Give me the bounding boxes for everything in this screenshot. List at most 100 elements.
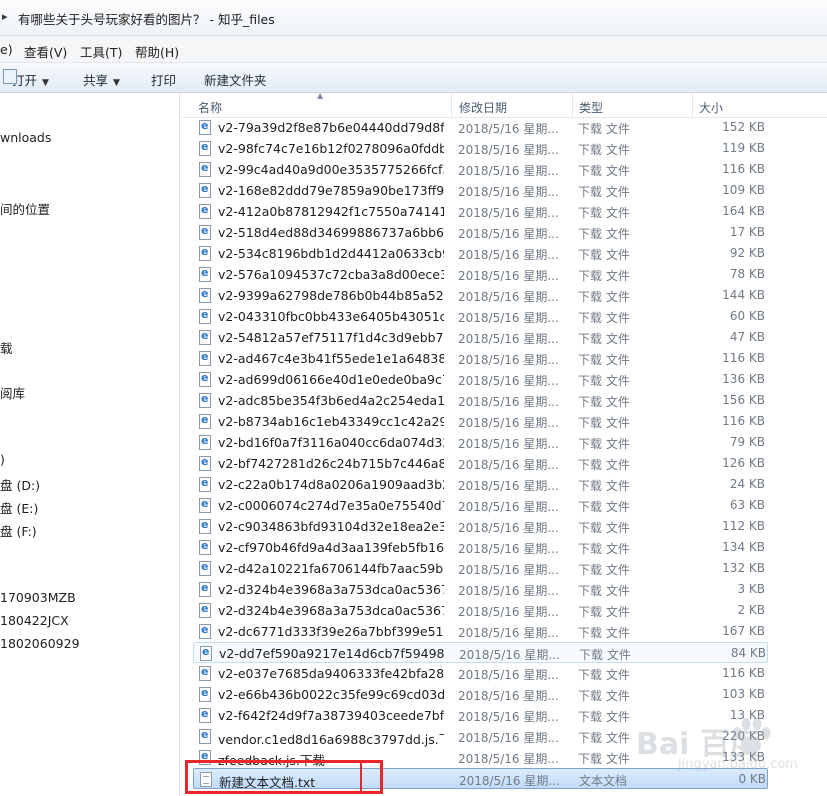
menu-view[interactable]: 查看(V) <box>24 42 67 61</box>
nav-item-folder[interactable]: 1802060929 <box>0 636 80 651</box>
file-date: 2018/5/16 星期... <box>458 584 559 598</box>
file-row[interactable]: v2-e66b436b0022c35fe99c69cd03d3... 2018/5… <box>193 684 768 705</box>
file-row[interactable]: v2-79a39d2f8e87b6e04440dd79d8f5... 2018/5… <box>193 117 768 138</box>
ie-file-icon <box>199 665 211 681</box>
file-date: 2018/5/16 星期... <box>458 521 559 535</box>
file-size: 144 KB <box>722 288 765 302</box>
file-row[interactable]: v2-168e82ddd79e7859a90be173ff9a... 2018/5… <box>193 180 768 201</box>
menu-tools[interactable]: 工具(T) <box>80 42 122 61</box>
file-date: 2018/5/16 星期... <box>458 689 559 703</box>
file-row[interactable]: v2-d324b4e3968a3a753dca0ac53676... 2018/5… <box>193 600 768 621</box>
nav-item-drive-e[interactable]: 盘 (E:) <box>0 498 38 517</box>
menu-help[interactable]: 帮助(H) <box>135 42 179 61</box>
highlight-box-divider <box>360 763 362 791</box>
file-date: 2018/5/16 星期... <box>458 311 559 325</box>
column-name[interactable]: 名称 <box>198 99 222 116</box>
file-row[interactable]: v2-f642f24d9f7a38739403ceede7bfd... 2018/… <box>193 705 768 726</box>
ie-file-icon <box>199 392 211 408</box>
file-name: v2-dc6771d333f39e26a7bbf399e51d... <box>218 624 444 639</box>
ie-file-icon <box>199 623 211 639</box>
file-type: 下载 文件 <box>579 648 631 662</box>
file-row[interactable]: v2-c0006074c274d7e35a0e75540d78... 2018/5… <box>193 495 768 516</box>
file-type: 下载 文件 <box>578 731 630 745</box>
file-row[interactable]: v2-e037e7685da9406333fe42bfa2833... 2018/… <box>193 663 768 684</box>
column-divider[interactable] <box>692 93 693 117</box>
column-divider[interactable] <box>451 93 452 117</box>
file-row[interactable]: v2-b8734ab16c1eb43349cc1c42a295... 2018/5… <box>193 411 768 432</box>
file-row[interactable]: v2-c9034863bfd93104d32e18ea2e32... 2018/5… <box>193 516 768 537</box>
nav-item-folder[interactable]: 180422JCX <box>0 613 69 628</box>
file-type: 下载 文件 <box>578 332 630 346</box>
print-button[interactable]: 打印 <box>151 70 176 89</box>
file-type: 下载 文件 <box>578 290 630 304</box>
file-date: 2018/5/16 星期... <box>458 500 559 514</box>
file-row[interactable]: v2-dc6771d333f39e26a7bbf399e51d... 2018/5… <box>193 621 768 642</box>
file-row[interactable]: v2-412a0b87812942f1c7550a741414... 2018/5… <box>193 201 768 222</box>
file-row[interactable]: v2-cf970b46fd9a4d3aa139feb5fb16c... 2018/… <box>193 537 768 558</box>
file-date: 2018/5/16 星期... <box>458 332 559 346</box>
ie-file-icon <box>199 728 211 744</box>
file-row[interactable]: v2-54812a57ef75117f1d4c3d9ebb78... 2018/5… <box>193 327 768 348</box>
file-row[interactable]: v2-98fc74c7e16b12f0278096a0fddb6... 2018/… <box>193 138 768 159</box>
ie-file-icon <box>199 413 211 429</box>
column-date[interactable]: 修改日期 <box>459 99 507 116</box>
ie-file-icon <box>199 476 211 492</box>
nav-item-recent-places[interactable]: 间的位置 <box>0 199 50 218</box>
file-row[interactable]: v2-518d4ed88d34699886737a6bb60... 2018/5/… <box>193 222 768 243</box>
share-button[interactable]: 共享 ▼ <box>83 70 120 89</box>
file-size: 156 KB <box>722 393 765 407</box>
address-bar[interactable]: ▸ 有哪些关于头号玩家好看的图片？ - 知乎_files <box>0 0 827 36</box>
column-type[interactable]: 类型 <box>579 99 603 116</box>
ie-file-icon <box>199 560 211 576</box>
file-row[interactable]: v2-d42a10221fa6706144fb7aac59b77... 2018/… <box>193 558 768 579</box>
address-chevron-icon[interactable]: ▸ <box>2 10 8 23</box>
file-type: 下载 文件 <box>578 479 630 493</box>
file-type: 下载 文件 <box>578 584 630 598</box>
file-row[interactable]: v2-99c4ad40a9d00e3535775266fcf38... 2018/… <box>193 159 768 180</box>
file-row[interactable]: v2-043310fbc0bb433e6405b43051da... 2018/5… <box>193 306 768 327</box>
file-row[interactable]: v2-adc85be354f3b6ed4a2c254eda1b... 2018/5… <box>193 390 768 411</box>
nav-item-download[interactable]: 载 <box>0 338 13 357</box>
file-type: 下载 文件 <box>578 269 630 283</box>
command-bar: 打开 ▼ 共享 ▼ 打印 新建文件夹 <box>0 63 827 93</box>
file-type: 文本文档 <box>579 774 628 788</box>
file-size: 220 KB <box>722 729 765 743</box>
new-folder-button[interactable]: 新建文件夹 <box>204 70 267 89</box>
ie-file-icon <box>199 497 211 513</box>
file-size: 167 KB <box>722 624 765 638</box>
address-path[interactable]: 有哪些关于头号玩家好看的图片？ - 知乎_files <box>18 9 275 28</box>
file-name: v2-d42a10221fa6706144fb7aac59b77... <box>218 561 444 576</box>
file-row[interactable]: v2-ad467c4e3b41f55ede1e1a648389f... 2018/… <box>193 348 768 369</box>
file-row[interactable]: vendor.c1ed8d16a6988c3797dd.js.下载 2018/5/… <box>193 726 768 747</box>
file-row[interactable]: v2-dd7ef590a9217e14d6cb7f59498a... 2018/5… <box>193 642 768 663</box>
nav-item-downloads[interactable]: wnloads <box>0 130 51 145</box>
nav-item-drive-c[interactable]: ) <box>0 452 5 467</box>
file-name: v2-e037e7685da9406333fe42bfa2833... <box>218 666 444 681</box>
file-row[interactable]: v2-bf7427281d26c24b715b7c446a81... 2018/5… <box>193 453 768 474</box>
nav-item-folder[interactable]: 170903MZB <box>0 590 76 605</box>
file-type: 下载 文件 <box>578 311 630 325</box>
file-type: 下载 文件 <box>578 500 630 514</box>
nav-item-drive-d[interactable]: 盘 (D:) <box>0 475 40 494</box>
file-size: 78 KB <box>729 267 765 281</box>
file-row[interactable]: v2-ad699d06166e40d1e0ede0ba9c7... 2018/5/… <box>193 369 768 390</box>
file-size: 112 KB <box>722 519 765 533</box>
ie-file-icon <box>199 518 211 534</box>
column-divider[interactable] <box>572 93 573 117</box>
new-folder-label: 新建文件夹 <box>204 73 267 88</box>
file-row[interactable]: v2-576a1094537c72cba3a8d00ece31... 2018/5… <box>193 264 768 285</box>
file-type: 下载 文件 <box>578 437 630 451</box>
file-date: 2018/5/16 星期... <box>459 648 560 662</box>
file-row[interactable]: v2-d324b4e3968a3a753dca0ac53676... 2018/5… <box>193 579 768 600</box>
file-date: 2018/5/16 星期... <box>458 752 559 766</box>
file-row[interactable]: v2-9399a62798de786b0b44b85a52f6... 2018/5… <box>193 285 768 306</box>
file-row[interactable]: v2-534c8196bdb1d2d4412a0633cb9... 2018/5/… <box>193 243 768 264</box>
file-row[interactable]: v2-c22a0b174d8a0206a1909aad3b20... 2018/5… <box>193 474 768 495</box>
column-size[interactable]: 大小 <box>699 99 723 116</box>
nav-item-library[interactable]: 阅库 <box>0 383 25 402</box>
file-row[interactable]: v2-bd16f0a7f3116a040cc6da074d320... 2018/… <box>193 432 768 453</box>
open-button[interactable]: 打开 ▼ <box>3 69 49 89</box>
menu-edit-partial[interactable]: e) <box>0 42 13 57</box>
nav-item-drive-f[interactable]: 盘 (F:) <box>0 521 37 540</box>
navigation-pane[interactable]: wnloads 间的位置 载 阅库 ) 盘 (D:) 盘 (E:) 盘 (F:)… <box>0 93 180 796</box>
